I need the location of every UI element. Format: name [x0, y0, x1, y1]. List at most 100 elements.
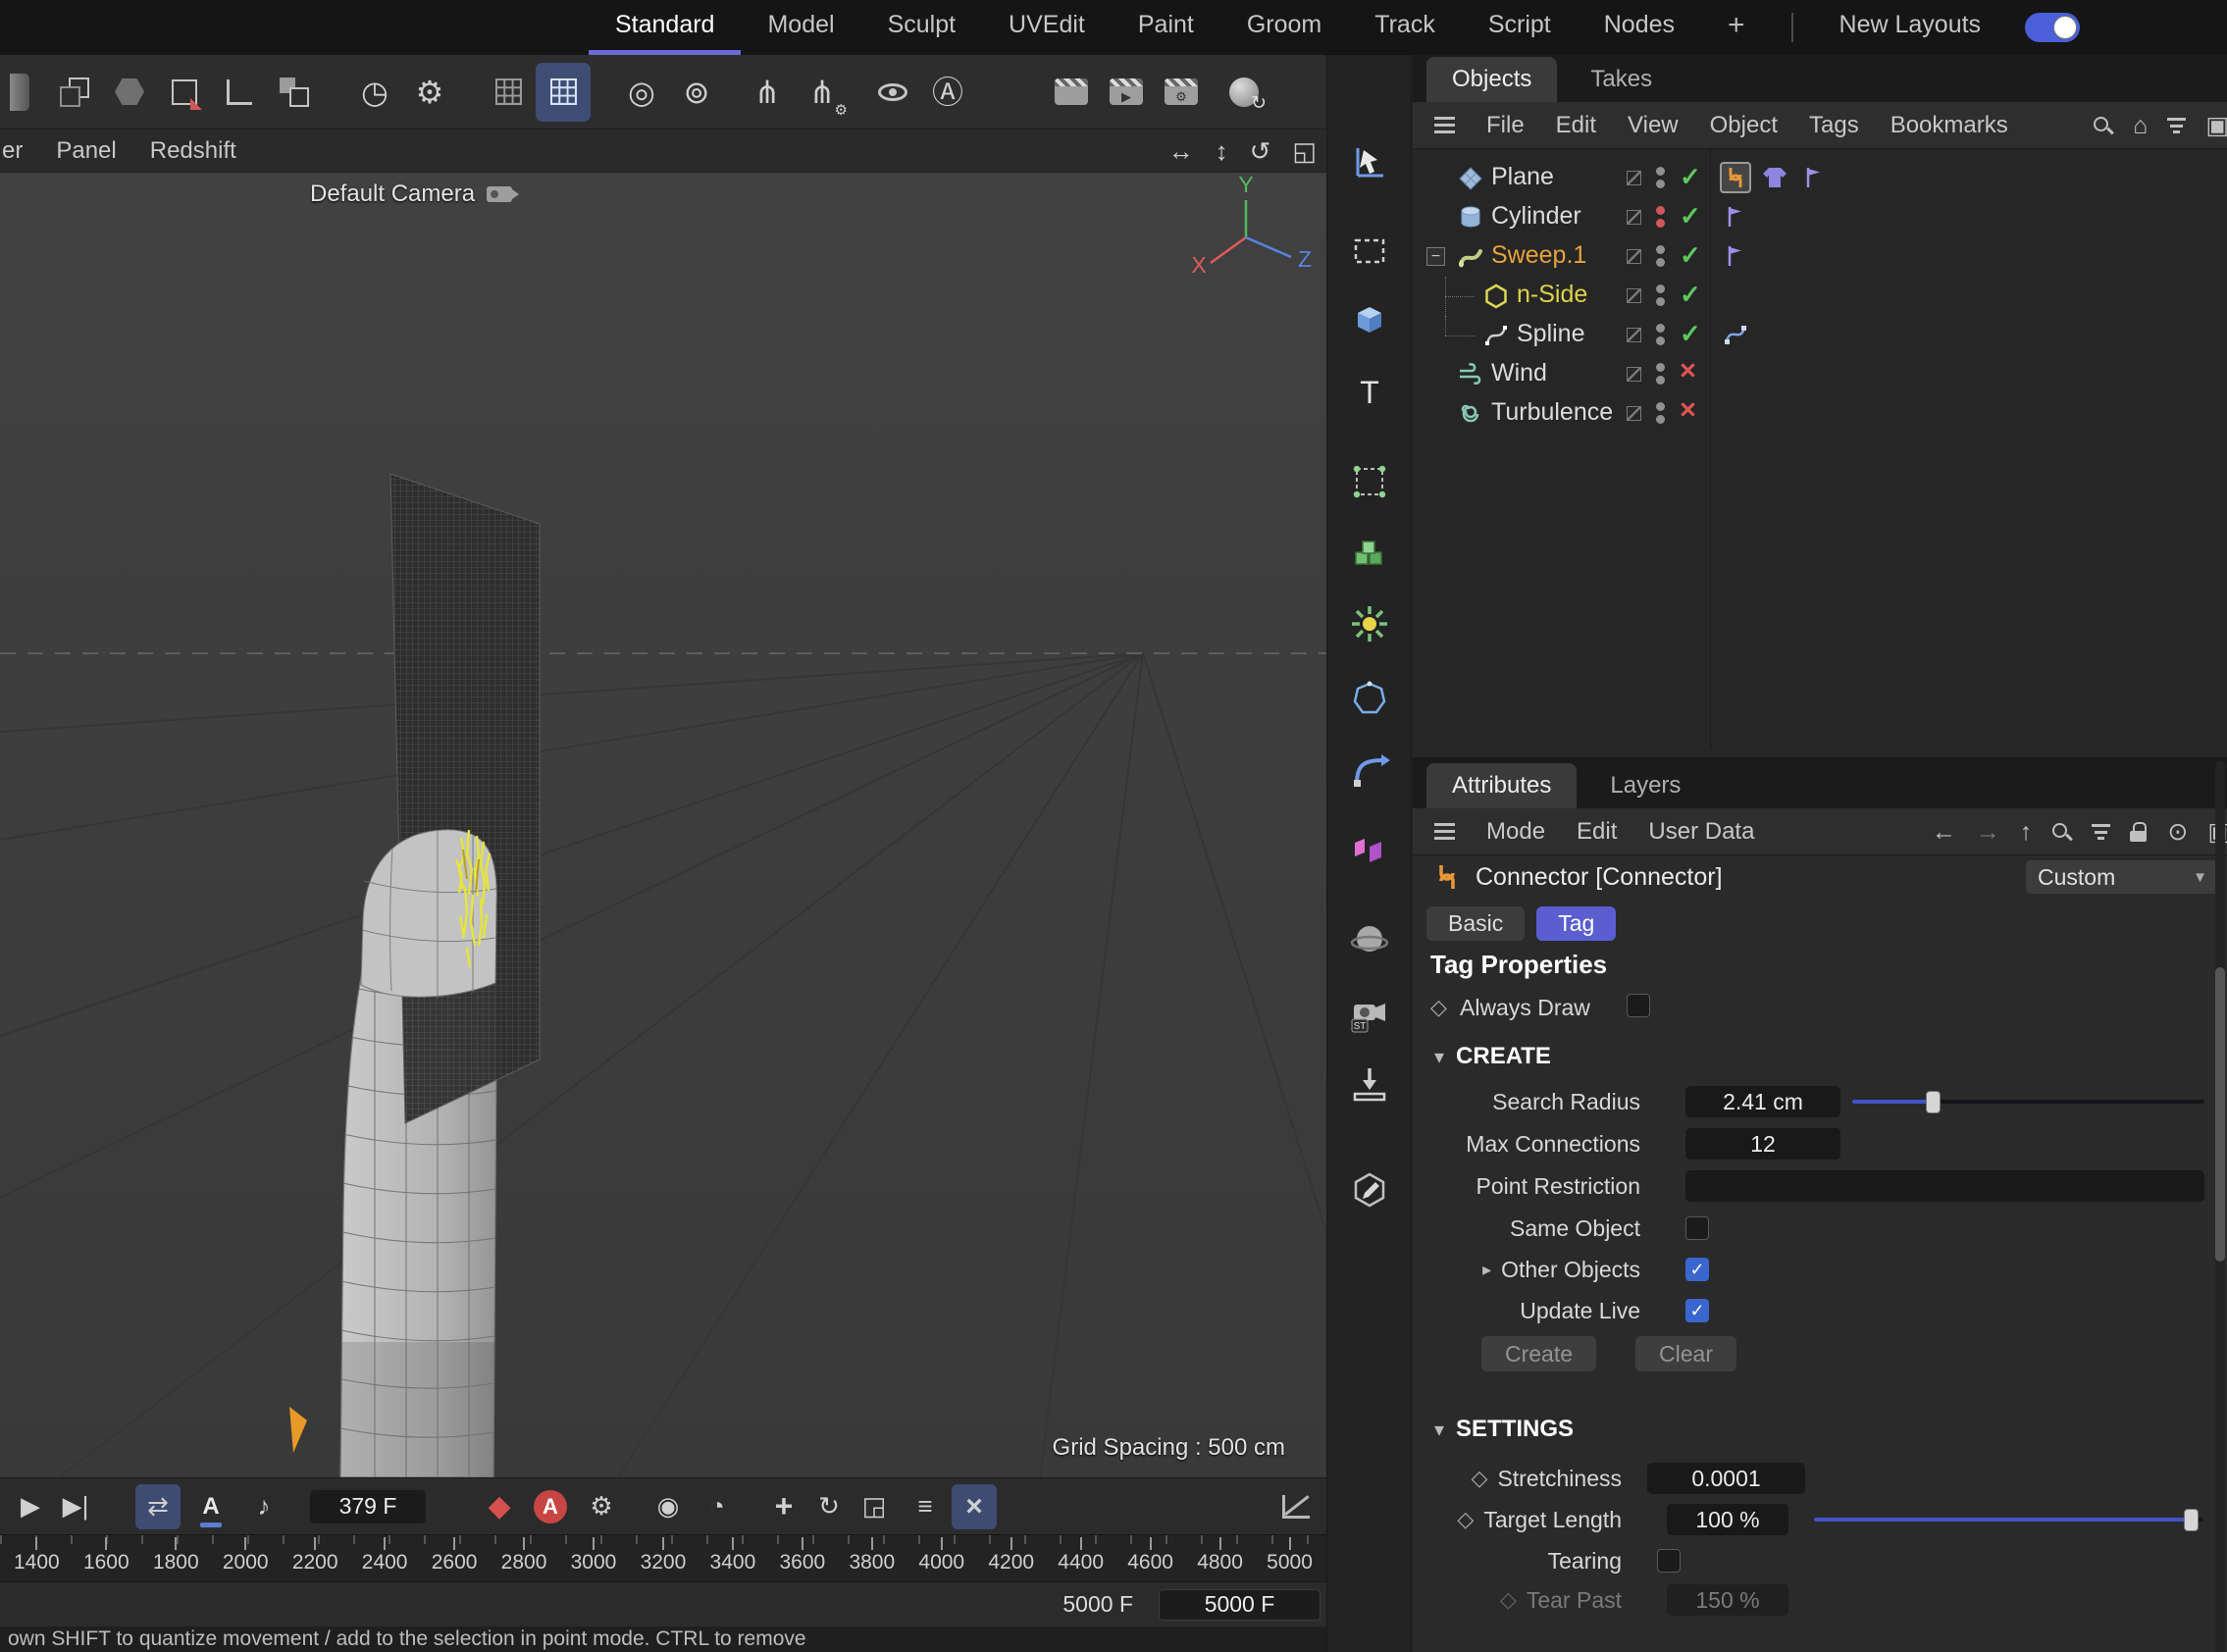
- menu-mode[interactable]: Mode: [1486, 818, 1545, 846]
- connector-tag-icon[interactable]: [1720, 162, 1751, 193]
- pan-hand-icon[interactable]: ↔: [1168, 136, 1194, 167]
- keying-settings-button[interactable]: ⚙: [579, 1484, 624, 1529]
- tab-tag[interactable]: Tag: [1536, 906, 1616, 941]
- play-forwards-button[interactable]: ▶: [8, 1484, 53, 1529]
- annotation-flag-tag-icon[interactable]: [1798, 162, 1830, 193]
- layer-toggle-icon[interactable]: [1627, 249, 1641, 264]
- stage-camera-button[interactable]: ST: [1338, 984, 1401, 1047]
- other-objects-checkbox[interactable]: ✓: [1685, 1258, 1709, 1281]
- max-connections-field[interactable]: 12: [1685, 1128, 1840, 1160]
- menu-bookmarks[interactable]: Bookmarks: [1890, 112, 2008, 139]
- joints-button[interactable]: ⋔: [740, 63, 795, 122]
- keyframe-diamond-icon[interactable]: ◇: [1472, 1466, 1488, 1491]
- hamburger-icon[interactable]: [1434, 823, 1455, 840]
- menu-object[interactable]: Object: [1710, 112, 1778, 139]
- layout-tab-sculpt[interactable]: Sculpt: [861, 0, 982, 55]
- same-object-checkbox[interactable]: [1685, 1216, 1709, 1240]
- layout-tab-standard[interactable]: Standard: [589, 0, 741, 55]
- tab-basic[interactable]: Basic: [1426, 906, 1525, 941]
- orbit-icon[interactable]: ↺: [1250, 136, 1271, 167]
- tool-options-button[interactable]: ⚙: [402, 63, 457, 122]
- filter-icon[interactable]: [2167, 118, 2186, 133]
- search-icon[interactable]: [2051, 822, 2072, 843]
- clipped-tool-button[interactable]: [0, 63, 47, 122]
- deformer-button[interactable]: [1338, 740, 1401, 802]
- viewport-menu-panel[interactable]: Panel: [56, 137, 116, 165]
- layout-tab-track[interactable]: Track: [1348, 0, 1462, 55]
- object-row-cylinder[interactable]: Cylinder ✓: [1413, 198, 2227, 237]
- tab-takes[interactable]: Takes: [1565, 57, 1678, 102]
- record-position-button[interactable]: ◉: [646, 1484, 691, 1529]
- range-end-field[interactable]: 5000 F: [1159, 1589, 1321, 1621]
- record-rotation-button[interactable]: ◔: [695, 1484, 740, 1529]
- create-section-header[interactable]: ▾ CREATE: [1434, 1038, 1551, 1075]
- simulate-button[interactable]: [1338, 593, 1401, 655]
- annotation-flag-tag-icon[interactable]: [1720, 201, 1751, 232]
- rotate-keys-button[interactable]: ↻: [806, 1484, 852, 1529]
- layer-toggle-icon[interactable]: [1627, 367, 1641, 382]
- goto-end-button[interactable]: ▶|: [53, 1484, 98, 1529]
- up-arrow-icon[interactable]: ↑: [2020, 818, 2033, 847]
- dolly-icon[interactable]: ↕: [1216, 136, 1228, 167]
- mograph-button[interactable]: [1338, 819, 1401, 882]
- move-keys-button[interactable]: +: [761, 1484, 806, 1529]
- attributes-scrollbar-thumb[interactable]: [2215, 967, 2225, 1262]
- target-length-slider[interactable]: [1814, 1504, 2203, 1535]
- point-restriction-field[interactable]: [1685, 1170, 2204, 1202]
- interface-toggle-switch[interactable]: [2025, 13, 2080, 42]
- clear-button[interactable]: Clear: [1635, 1336, 1736, 1371]
- visibility-dots[interactable]: [1656, 324, 1665, 345]
- field-button[interactable]: [1338, 909, 1401, 972]
- workplane-button[interactable]: [267, 63, 322, 122]
- record-keyframe-button[interactable]: ◆: [477, 1484, 522, 1529]
- layer-toggle-icon[interactable]: [1627, 288, 1641, 303]
- selection-filter-button[interactable]: [1338, 450, 1401, 513]
- stretchiness-field[interactable]: 0.0001: [1647, 1463, 1805, 1494]
- visibility-button[interactable]: [865, 63, 920, 122]
- autokey-button[interactable]: A: [528, 1484, 573, 1529]
- collapse-expander[interactable]: −: [1426, 247, 1445, 266]
- visibility-dots[interactable]: [1656, 402, 1665, 424]
- timer-button[interactable]: ◷: [347, 63, 402, 122]
- layer-toggle-icon[interactable]: [1627, 171, 1641, 185]
- auto-mode-button[interactable]: Ⓐ: [920, 63, 975, 122]
- target-icon[interactable]: ⊙: [2167, 817, 2188, 847]
- tab-layers[interactable]: Layers: [1584, 763, 1706, 808]
- enable-check-icon[interactable]: ✓: [1680, 201, 1701, 232]
- cube-primitive-button[interactable]: [1338, 289, 1401, 352]
- visibility-dots[interactable]: [1656, 363, 1665, 385]
- visibility-dots[interactable]: [1656, 284, 1665, 306]
- object-name[interactable]: Spline: [1517, 320, 1585, 348]
- cloth-tag-icon[interactable]: [1759, 162, 1790, 193]
- spline-wrap-tag-icon[interactable]: [1720, 319, 1751, 350]
- visibility-dots[interactable]: [1656, 206, 1665, 228]
- menu-user-data[interactable]: User Data: [1648, 818, 1754, 846]
- slider-knob[interactable]: [1926, 1091, 1941, 1113]
- always-draw-checkbox[interactable]: [1627, 994, 1650, 1017]
- layer-toggle-icon[interactable]: [1627, 210, 1641, 225]
- object-name[interactable]: Turbulence: [1491, 398, 1613, 427]
- edit-pencil-button[interactable]: [1338, 1161, 1401, 1223]
- move-tool-button[interactable]: [1338, 130, 1401, 193]
- tearing-checkbox[interactable]: [1657, 1549, 1681, 1573]
- menu-edit[interactable]: Edit: [1577, 818, 1617, 846]
- joints-settings-button[interactable]: ⋔⚙: [795, 63, 850, 122]
- render-settings-button[interactable]: ⚙: [1154, 63, 1209, 122]
- edit-mesh-button[interactable]: [157, 63, 212, 122]
- layout-tab-uvedit[interactable]: UVEdit: [982, 0, 1112, 55]
- volume-button[interactable]: [1338, 523, 1401, 586]
- lock-icon[interactable]: [2130, 822, 2148, 843]
- current-frame-field[interactable]: 379 F: [310, 1490, 426, 1523]
- object-row-sweep[interactable]: − Sweep.1 ✓: [1413, 237, 2227, 277]
- menu-view[interactable]: View: [1628, 112, 1679, 139]
- forward-arrow-icon[interactable]: →: [1976, 818, 2000, 847]
- object-name[interactable]: Sweep.1: [1491, 241, 1586, 270]
- object-row-nside[interactable]: n-Side ✓: [1413, 277, 2227, 316]
- render-play-button[interactable]: ▶: [1099, 63, 1154, 122]
- chevron-right-icon[interactable]: ▸: [1482, 1260, 1491, 1280]
- text-spline-button[interactable]: T: [1338, 362, 1401, 425]
- object-row-wind[interactable]: Wind ×: [1413, 355, 2227, 394]
- modeling-hexagon-button[interactable]: [102, 63, 157, 122]
- enable-check-icon[interactable]: ✓: [1680, 240, 1701, 271]
- search-radius-slider[interactable]: [1852, 1086, 2204, 1117]
